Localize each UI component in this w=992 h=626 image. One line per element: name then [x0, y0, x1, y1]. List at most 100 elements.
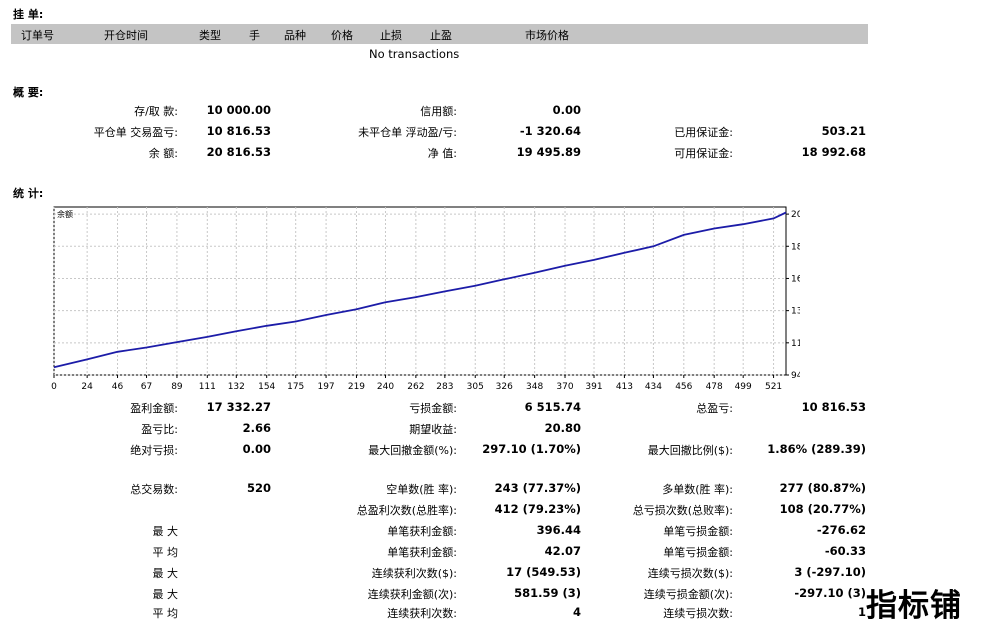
- stats-label: 平 均: [152, 607, 179, 620]
- summary-label: 未平仓单 浮动盈/亏:: [358, 126, 457, 139]
- summary-label: 净 值:: [427, 147, 457, 160]
- stats-value: 42.07: [544, 544, 581, 558]
- stats-value: 3 (-297.10): [794, 565, 866, 579]
- summary-value: 10 816.53: [206, 124, 271, 138]
- stats-label: 单笔获利金额:: [387, 525, 457, 538]
- chart-y-tick-label: 9459: [791, 371, 800, 381]
- balance-chart: 0 24 46 67 89 111 132 154 175 197 219 240 262 283 305 3…: [51, 206, 800, 390]
- stats-value: 17 332.27: [206, 400, 271, 414]
- stats-label: 总盈利次数(总胜率):: [356, 504, 457, 517]
- chart-x-tick-label: 240: [377, 382, 394, 390]
- stats-label: 亏损金额:: [409, 402, 457, 415]
- summary-value: 10 000.00: [206, 103, 271, 117]
- summary-label: 可用保证金:: [674, 147, 733, 160]
- summary-label: 平仓单 交易盈亏:: [93, 126, 178, 139]
- stats-label: 连续亏损金额(次):: [643, 588, 733, 601]
- stats-label: 单笔亏损金额:: [663, 525, 733, 538]
- stats-value: 1.86% (289.39): [767, 442, 866, 456]
- stats-value: -297.10 (3): [794, 586, 866, 600]
- stats-value: 0.00: [242, 442, 271, 456]
- stats-value: 6 515.74: [524, 400, 581, 414]
- summary-value: -1 320.64: [519, 124, 581, 138]
- chart-y-tick-label: 13957: [791, 307, 800, 317]
- stats-value: 17 (549.53): [506, 565, 581, 579]
- summary-value: 18 992.68: [801, 145, 866, 159]
- stats-label: 最 大: [152, 525, 179, 538]
- chart-x-tick-label: 283: [436, 382, 453, 390]
- chart-x-tick-label: 478: [706, 382, 723, 390]
- summary-value: 20 816.53: [206, 145, 271, 159]
- stats-value: 581.59 (3): [514, 586, 581, 600]
- stats-label: 总亏损次数(总败率):: [632, 504, 733, 517]
- chart-x-tick-label: 219: [348, 382, 365, 390]
- chart-plot-area: [53, 206, 787, 376]
- summary-label: 已用保证金:: [674, 126, 733, 139]
- col-market-price[interactable]: 市场价格: [525, 27, 569, 43]
- stats-label: 连续亏损次数($):: [647, 567, 733, 580]
- stats-label: 单笔亏损金额:: [663, 546, 733, 559]
- stats-value: 243 (77.37%): [494, 481, 581, 495]
- stats-value: 1: [857, 605, 866, 619]
- stats-label: 总盈亏:: [696, 402, 733, 415]
- chart-series-name: 余额: [57, 209, 73, 219]
- chart-x-tick-label: 348: [526, 382, 543, 390]
- chart-x-tick-label: 24: [81, 382, 93, 390]
- chart-x-tick-label: 370: [556, 382, 573, 390]
- stats-value: 10 816.53: [801, 400, 866, 414]
- stats-value: 412 (79.23%): [494, 502, 581, 516]
- stats-value: 4: [572, 605, 581, 619]
- chart-x-tick-label: 67: [141, 382, 152, 390]
- chart-x-tick-label: 111: [199, 382, 216, 390]
- chart-x-tick-label: 413: [616, 382, 633, 390]
- col-symbol[interactable]: 品种: [284, 27, 306, 43]
- summary-value: 19 495.89: [516, 145, 581, 159]
- col-open-time[interactable]: 开仓时间: [104, 27, 148, 43]
- no-transactions-text: No transactions: [369, 47, 460, 61]
- chart-x-tick-label: 197: [317, 382, 334, 390]
- summary-label: 存/取 款:: [134, 105, 178, 118]
- col-take-profit[interactable]: 止盈: [430, 27, 452, 43]
- chart-x-tick-label: 89: [171, 382, 183, 390]
- stats-label: 最 大: [152, 588, 179, 601]
- stats-label: 多单数(胜 率):: [662, 483, 733, 496]
- summary-value: 0.00: [552, 103, 581, 117]
- chart-x-tick-label: 154: [258, 382, 275, 390]
- chart-y-tick-label: 18455: [791, 242, 800, 252]
- summary-section-title: 概 要:: [13, 86, 44, 99]
- stats-value: 520: [246, 481, 271, 495]
- pending-table-header: 订单号 开仓时间 类型 手 品种 价格 止损 止盈 市场价格: [11, 24, 868, 44]
- stats-value: 297.10 (1.70%): [482, 442, 581, 456]
- stats-label: 最大回撤比例($):: [647, 444, 733, 457]
- chart-x-tick-label: 456: [675, 382, 692, 390]
- col-stop-loss[interactable]: 止损: [380, 27, 402, 43]
- stats-section-title: 统 计:: [13, 187, 44, 200]
- stats-label: 绝对亏损:: [130, 444, 178, 457]
- stats-value: 108 (20.77%): [779, 502, 866, 516]
- summary-label: 余 额:: [148, 147, 178, 160]
- chart-x-tick-label: 521: [765, 382, 782, 390]
- col-lots[interactable]: 手: [249, 27, 260, 43]
- stats-label: 连续获利次数:: [387, 607, 457, 620]
- summary-value: 503.21: [821, 124, 866, 138]
- stats-value: 2.66: [242, 421, 271, 435]
- stats-label: 连续获利金额(次):: [367, 588, 457, 601]
- chart-x-tick-label: 499: [735, 382, 752, 390]
- stats-label: 总交易数:: [130, 483, 178, 496]
- chart-x-tick-label: 132: [228, 382, 245, 390]
- stats-label: 连续获利次数($):: [371, 567, 457, 580]
- pending-section-title: 挂 单:: [13, 8, 44, 21]
- stats-label: 最大回撤金额(%):: [368, 444, 457, 457]
- col-order-id[interactable]: 订单号: [21, 27, 54, 43]
- stats-label: 平 均: [152, 546, 179, 559]
- stats-label: 连续亏损次数:: [663, 607, 733, 620]
- stats-label: 空单数(胜 率):: [386, 483, 457, 496]
- stats-value: -60.33: [824, 544, 866, 558]
- stats-label: 单笔获利金额:: [387, 546, 457, 559]
- stats-value: -276.62: [816, 523, 866, 537]
- col-type[interactable]: 类型: [199, 27, 221, 43]
- stats-label: 最 大: [152, 567, 179, 580]
- stats-label: 期望收益:: [409, 423, 457, 436]
- col-price[interactable]: 价格: [331, 27, 353, 43]
- chart-x-tick-label: 0: [51, 382, 57, 390]
- stats-value: 20.80: [544, 421, 581, 435]
